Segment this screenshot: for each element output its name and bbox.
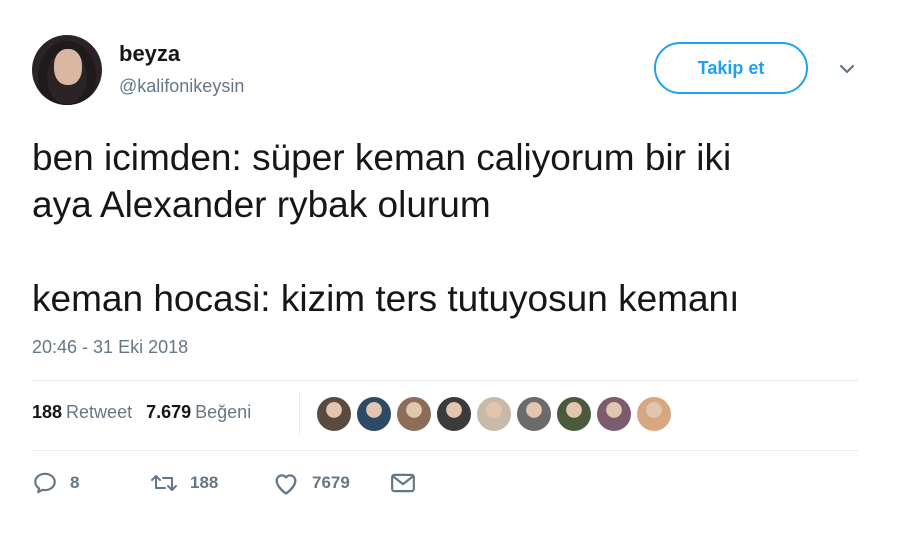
divider-bottom (32, 450, 858, 451)
user-avatar[interactable] (32, 35, 102, 105)
liker-avatar[interactable] (396, 396, 432, 432)
stats-separator (299, 392, 300, 436)
tweet-actions: 8 188 7679 (32, 470, 416, 496)
tweet-stats: 188 Retweet 7.679 Beğeni (32, 402, 251, 423)
chevron-down-icon[interactable] (836, 60, 858, 78)
follow-button[interactable]: Takip et (654, 42, 808, 94)
retweet-action[interactable]: 188 (150, 470, 272, 496)
liker-avatars (316, 396, 672, 432)
like-stat[interactable]: 7.679 Beğeni (146, 402, 251, 423)
retweet-stat-label: Retweet (66, 402, 133, 422)
tweet-text: ben icimden: süper keman caliyorum bir i… (32, 137, 740, 319)
avatar-face (54, 49, 82, 85)
liker-avatar[interactable] (356, 396, 392, 432)
liker-avatar[interactable] (556, 396, 592, 432)
retweet-icon (151, 475, 177, 491)
retweet-stat[interactable]: 188 Retweet (32, 402, 132, 423)
heart-icon (275, 474, 297, 495)
user-display-name[interactable]: beyza (119, 41, 180, 67)
liker-avatar[interactable] (516, 396, 552, 432)
reply-count: 8 (70, 473, 80, 492)
liker-avatar[interactable] (316, 396, 352, 432)
liker-avatar[interactable] (596, 396, 632, 432)
reply-icon (34, 472, 56, 494)
like-action[interactable]: 7679 (272, 470, 390, 496)
like-stat-label: Beğeni (195, 402, 252, 422)
retweet-stat-count: 188 (32, 402, 63, 422)
direct-message-action[interactable] (390, 472, 416, 494)
liker-avatar[interactable] (436, 396, 472, 432)
liker-avatar[interactable] (476, 396, 512, 432)
liker-avatar[interactable] (636, 396, 672, 432)
like-count: 7679 (312, 473, 350, 492)
reply-action[interactable]: 8 (32, 470, 150, 496)
tweet-timestamp[interactable]: 20:46 - 31 Eki 2018 (32, 337, 188, 358)
user-handle[interactable]: @kalifonikeysin (119, 76, 244, 97)
envelope-icon (391, 473, 415, 493)
retweet-count: 188 (190, 473, 219, 492)
like-stat-count: 7.679 (146, 402, 192, 422)
divider-top (32, 380, 858, 381)
